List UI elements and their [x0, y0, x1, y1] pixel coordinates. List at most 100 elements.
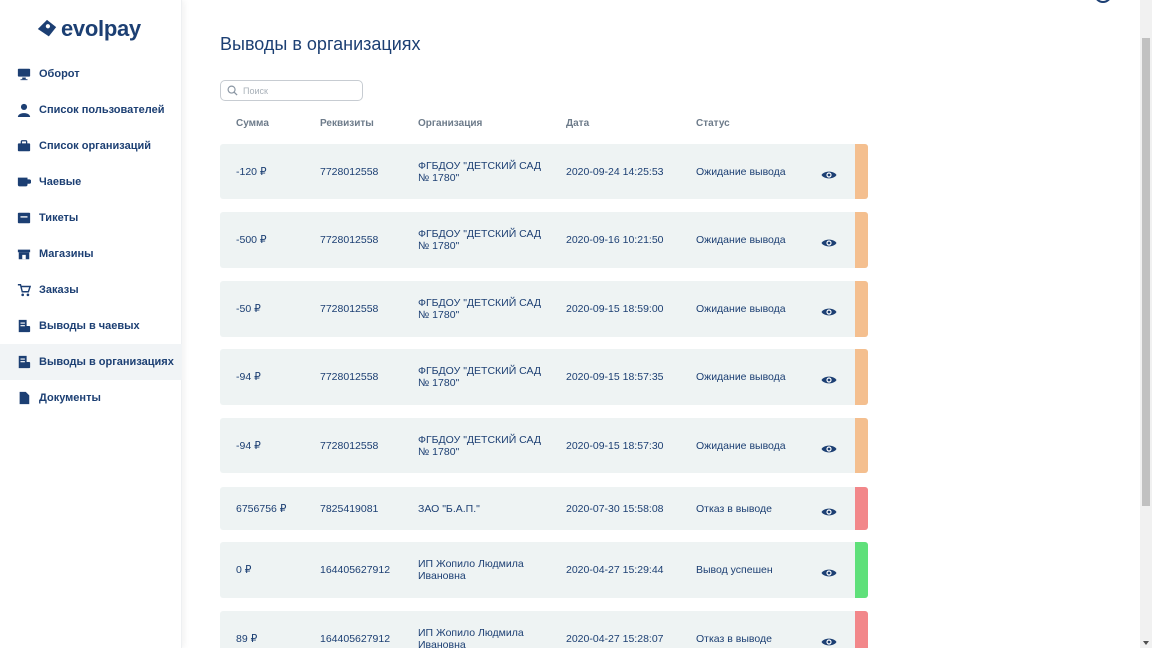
- sidebar-item-label: Чаевые: [39, 176, 82, 188]
- ticket-icon: [16, 210, 32, 226]
- cell-status: Ожидание вывода: [696, 439, 786, 452]
- column-header-organization[interactable]: Организация: [418, 118, 482, 129]
- cell-status: Ожидание вывода: [696, 303, 786, 315]
- cell-date: 2020-09-15 18:57:30: [566, 439, 664, 452]
- status-indicator: [855, 144, 868, 199]
- sidebar-item-4[interactable]: Тикеты: [0, 200, 182, 236]
- store-icon: [16, 246, 32, 262]
- page-title: Выводы в организациях: [220, 34, 421, 54]
- cell-requisites: 164405627912: [320, 633, 391, 645]
- briefcase-icon: [16, 138, 32, 154]
- cell-amount: -50 ₽: [236, 303, 261, 315]
- sidebar-item-label: Выводы в чаевых: [39, 320, 140, 332]
- column-header-requisites[interactable]: Реквизиты: [320, 118, 374, 129]
- cell-requisites: 7728012558: [320, 303, 379, 315]
- cell-status: Вывод успешен: [696, 564, 773, 576]
- cell-amount: -94 ₽: [236, 371, 261, 383]
- cell-status: Отказ в выводе: [696, 633, 772, 645]
- main-content: Выводы в организациях Сумма Реквизиты Ор…: [182, 0, 1140, 648]
- cell-date: 2020-09-24 14:25:53: [566, 165, 664, 178]
- sidebar-item-label: Выводы в организациях: [39, 356, 174, 368]
- cell-status: Ожидание вывода: [696, 165, 786, 178]
- cell-amount: 89 ₽: [236, 633, 258, 645]
- status-indicator: [855, 349, 868, 405]
- table-row[interactable]: 6756756 ₽ 7825419081 ЗАО "Б.А.П." 2020-07-3…: [220, 487, 868, 530]
- sidebar-item-9[interactable]: Документы: [0, 380, 182, 416]
- sidebar-nav: Оборот Список пользователей Список организ…: [0, 56, 182, 416]
- cell-status: Ожидание вывода: [696, 371, 786, 383]
- cell-status: Ожидание вывода: [696, 234, 786, 246]
- view-eye-icon[interactable]: [821, 304, 837, 316]
- status-indicator: [855, 487, 868, 530]
- cell-date: 2020-07-30 15:58:08: [566, 502, 664, 515]
- view-eye-icon[interactable]: [821, 634, 837, 646]
- cell-requisites: 7728012558: [320, 165, 379, 178]
- logo[interactable]: evolpay: [36, 14, 141, 44]
- view-eye-icon[interactable]: [821, 235, 837, 247]
- cell-amount: 0 ₽: [236, 564, 252, 576]
- cell-requisites: 164405627912: [320, 564, 391, 576]
- monitor-chart-icon: [16, 66, 32, 82]
- cell-date: 2020-04-27 15:29:44: [566, 564, 664, 576]
- table-row[interactable]: 89 ₽ 164405627912 ИП Жопило Людмила Иванов…: [220, 611, 868, 648]
- cell-requisites: 7825419081: [320, 502, 379, 515]
- sidebar-item-label: Документы: [39, 392, 101, 404]
- view-eye-icon[interactable]: [821, 372, 837, 384]
- view-eye-icon[interactable]: [821, 565, 837, 577]
- cell-organization: ЗАО "Б.А.П.": [418, 502, 480, 515]
- sidebar-item-2[interactable]: Список организаций: [0, 128, 182, 164]
- cell-date: 2020-09-15 18:57:35: [566, 371, 664, 383]
- table-header: Сумма Реквизиты Организация Дата Статус: [220, 118, 868, 132]
- table-row[interactable]: -120 ₽ 7728012558 ФГБДОУ "ДЕТСКИЙ САД № 17…: [220, 144, 868, 199]
- table-row[interactable]: 0 ₽ 164405627912 ИП Жопило Людмила Ивановн…: [220, 542, 868, 598]
- app-window: evolpay Оборот Список пользователей Список…: [0, 0, 1152, 648]
- status-indicator: [855, 212, 868, 268]
- sidebar-item-7[interactable]: Выводы в чаевых: [0, 308, 182, 344]
- sidebar-item-5[interactable]: Магазины: [0, 236, 182, 272]
- sidebar-item-6[interactable]: Заказы: [0, 272, 182, 308]
- coffee-cup-icon: [16, 174, 32, 190]
- cell-amount: -500 ₽: [236, 234, 267, 246]
- cell-organization: ФГБДОУ "ДЕТСКИЙ САД № 1780": [418, 228, 541, 252]
- cell-requisites: 7728012558: [320, 371, 379, 383]
- cell-organization: ИП Жопило Людмила Ивановна: [418, 558, 524, 582]
- cell-amount: 6756756 ₽: [236, 502, 287, 515]
- cell-amount: -120 ₽: [236, 165, 267, 178]
- cell-organization: ИП Жопило Людмила Ивановна: [418, 627, 524, 648]
- cell-date: 2020-09-16 10:21:50: [566, 234, 664, 246]
- cell-requisites: 7728012558: [320, 439, 379, 452]
- document-icon: [16, 390, 32, 406]
- sidebar-item-label: Заказы: [39, 284, 79, 296]
- status-indicator: [855, 418, 868, 473]
- cell-organization: ФГБДОУ "ДЕТСКИЙ САД № 1780": [418, 297, 541, 321]
- sidebar-item-0[interactable]: Оборот: [0, 56, 182, 92]
- cell-amount: -94 ₽: [236, 439, 261, 452]
- cart-icon: [16, 282, 32, 298]
- column-header-date[interactable]: Дата: [566, 118, 589, 129]
- scrollbar-thumb[interactable]: [1142, 38, 1150, 506]
- sidebar-item-3[interactable]: Чаевые: [0, 164, 182, 200]
- table-row[interactable]: -50 ₽ 7728012558 ФГБДОУ "ДЕТСКИЙ САД № 178…: [220, 281, 868, 337]
- sidebar-item-label: Список организаций: [39, 140, 152, 152]
- cell-date: 2020-09-15 18:59:00: [566, 303, 664, 315]
- user-icon: [16, 102, 32, 118]
- table-row[interactable]: -500 ₽ 7728012558 ФГБДОУ "ДЕТСКИЙ САД № 17…: [220, 212, 868, 268]
- table-row[interactable]: -94 ₽ 7728012558 ФГБДОУ "ДЕТСКИЙ САД № 178…: [220, 418, 868, 473]
- sidebar-item-8[interactable]: Выводы в организациях: [0, 344, 182, 380]
- scroll-down-arrow-icon[interactable]: [1143, 641, 1149, 645]
- search-box[interactable]: [220, 80, 363, 101]
- search-input[interactable]: [243, 85, 353, 96]
- table-row[interactable]: -94 ₽ 7728012558 ФГБДОУ "ДЕТСКИЙ САД № 178…: [220, 349, 868, 405]
- cell-organization: ФГБДОУ "ДЕТСКИЙ САД № 1780": [418, 159, 541, 184]
- view-eye-icon[interactable]: [821, 167, 837, 178]
- logo-mark-icon: [37, 19, 57, 37]
- sidebar-item-1[interactable]: Список пользователей: [0, 92, 182, 128]
- column-header-status[interactable]: Статус: [696, 118, 730, 129]
- scrollbar[interactable]: [1140, 0, 1152, 648]
- status-indicator: [855, 611, 868, 648]
- cell-date: 2020-04-27 15:28:07: [566, 633, 664, 645]
- view-eye-icon[interactable]: [821, 504, 837, 515]
- column-header-amount[interactable]: Сумма: [236, 118, 269, 129]
- view-eye-icon[interactable]: [821, 441, 837, 452]
- cell-requisites: 7728012558: [320, 234, 379, 246]
